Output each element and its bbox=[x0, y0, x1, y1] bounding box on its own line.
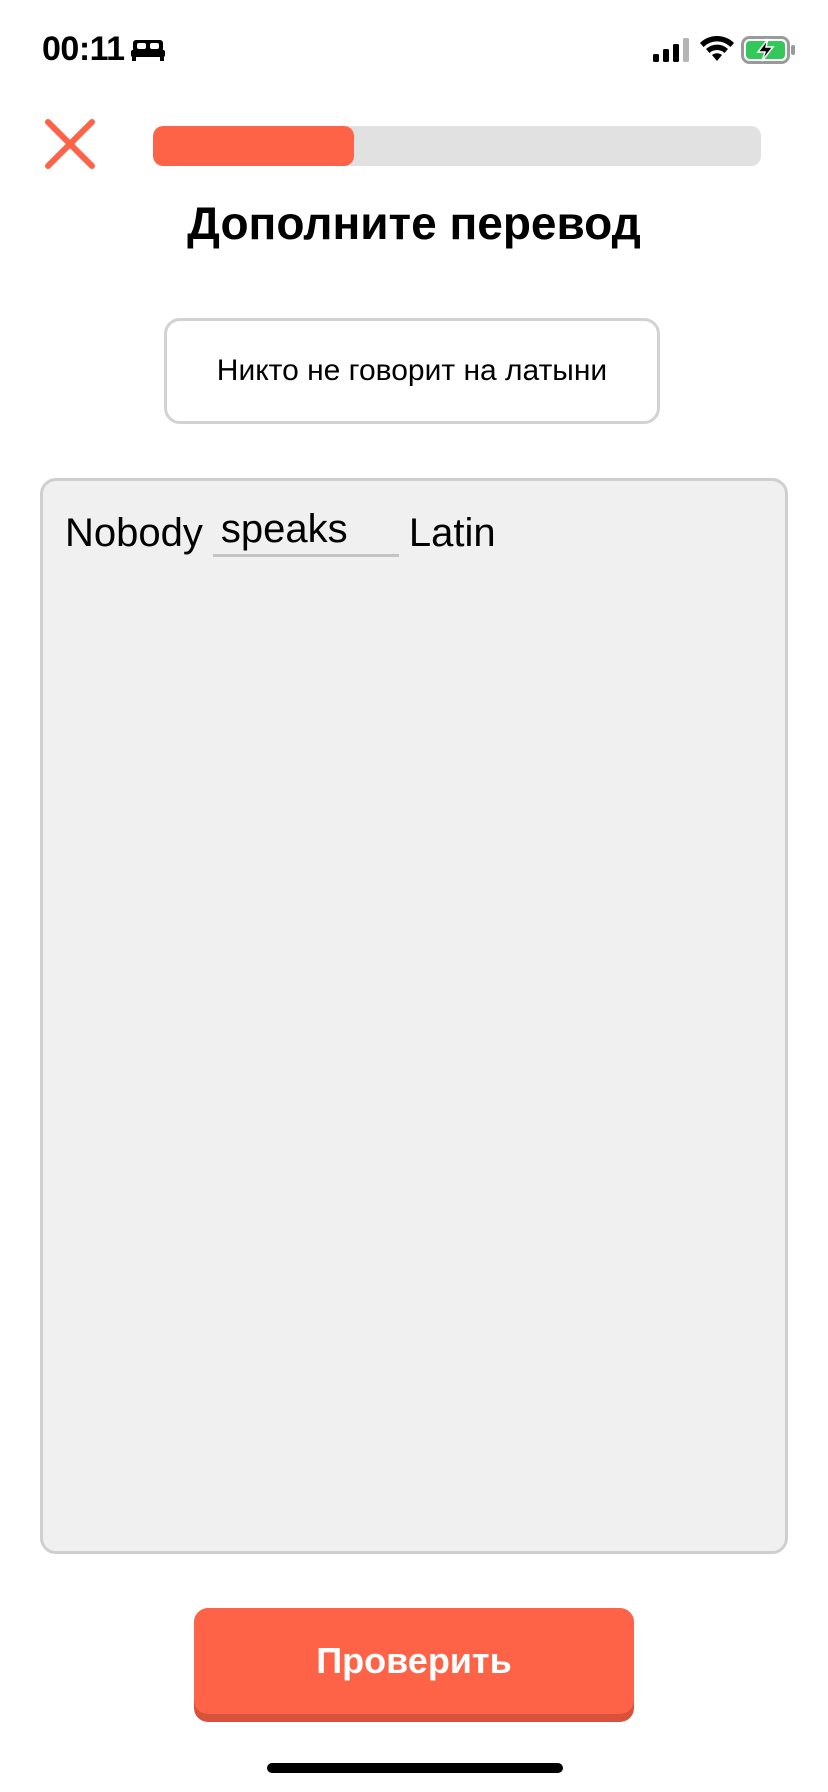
status-time: 00:11 bbox=[42, 30, 125, 68]
lesson-progress-fill bbox=[153, 126, 354, 166]
answer-sentence: Nobody Latin bbox=[65, 505, 496, 561]
bed-icon bbox=[131, 40, 165, 61]
cellular-signal-icon bbox=[653, 38, 689, 62]
source-sentence: Никто не говорит на латыни bbox=[216, 354, 608, 387]
check-button[interactable]: Проверить bbox=[194, 1608, 634, 1714]
translation-blank-input[interactable] bbox=[212, 507, 399, 557]
status-bar: 00:11 bbox=[0, 0, 828, 100]
battery-charging-icon bbox=[741, 36, 795, 64]
sentence-word-after: Latin bbox=[408, 511, 496, 555]
answer-area: Nobody Latin bbox=[40, 478, 788, 1554]
close-button[interactable] bbox=[40, 114, 100, 174]
exercise-title: Дополните перевод bbox=[187, 197, 641, 249]
close-icon bbox=[45, 119, 95, 169]
sentence-word-before: Nobody bbox=[65, 511, 203, 555]
wifi-icon bbox=[700, 36, 734, 61]
source-sentence-card: Никто не говорит на латыни bbox=[164, 318, 660, 424]
home-indicator bbox=[267, 1763, 563, 1773]
lesson-progress-bar bbox=[153, 126, 761, 166]
